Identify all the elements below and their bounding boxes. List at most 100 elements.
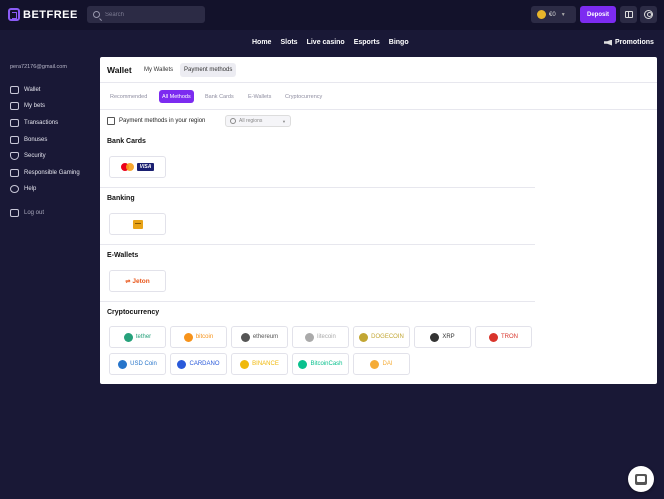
sidebar-item-label: Bonuses xyxy=(24,137,48,143)
crypto-icon xyxy=(359,332,369,342)
sidebar-item-responsible-gaming[interactable]: Responsible Gaming xyxy=(10,169,80,177)
sidebar-item-label: My bets xyxy=(24,103,46,109)
transactions-icon xyxy=(10,119,19,127)
gift-button[interactable] xyxy=(620,6,637,23)
region-select[interactable]: All regions ▼ xyxy=(225,115,291,127)
mastercard-icon xyxy=(120,163,134,171)
tab-payment-methods[interactable]: Payment methods xyxy=(180,63,237,77)
sidebar-item-bonuses[interactable]: Bonuses xyxy=(10,136,47,144)
nav-bingo[interactable]: Bingo xyxy=(389,39,409,46)
sidebar-item-security[interactable]: Security xyxy=(10,152,46,160)
nav-slots[interactable]: Slots xyxy=(280,39,297,46)
logout-icon xyxy=(10,209,19,217)
payment-method-crypto[interactable]: BitcoinCash xyxy=(292,353,349,375)
crypto-label: CARDANO xyxy=(189,361,220,367)
crypto-label: DOGECOIN xyxy=(371,334,404,340)
payment-method-bank-transfer[interactable] xyxy=(109,213,166,235)
chat-button[interactable] xyxy=(628,466,654,492)
payment-method-jeton[interactable]: ⇌ Jeton xyxy=(109,270,166,292)
deposit-button[interactable]: Deposit xyxy=(580,6,616,23)
payment-method-crypto[interactable]: DAI xyxy=(353,353,410,375)
sidebar-item-transactions[interactable]: Transactions xyxy=(10,119,58,127)
payment-method-crypto[interactable]: TRON xyxy=(475,326,532,348)
filter-bank-cards[interactable]: Bank Cards xyxy=(202,90,237,103)
jeton-label: Jeton xyxy=(132,277,150,285)
bets-icon xyxy=(10,102,19,110)
crypto-icon xyxy=(370,359,380,369)
crypto-label: TRON xyxy=(501,334,518,340)
filter-recommended[interactable]: Recommended xyxy=(107,90,150,103)
section-divider xyxy=(100,244,535,245)
profile-button[interactable] xyxy=(640,6,657,23)
megaphone-icon xyxy=(604,39,612,46)
crypto-icon xyxy=(118,359,128,369)
logo[interactable]: BETFREE xyxy=(8,8,78,21)
payment-method-card-visa-mastercard[interactable]: VISA xyxy=(109,156,166,178)
chevron-down-icon: ▼ xyxy=(282,119,286,124)
logout-label: Log out xyxy=(24,210,45,216)
crypto-label: ethereum xyxy=(252,334,279,340)
nav-live-casino[interactable]: Live casino xyxy=(307,39,345,46)
sidebar-item-my-bets[interactable]: My bets xyxy=(10,102,45,110)
sidebar-item-help[interactable]: Help xyxy=(10,185,36,193)
jeton-icon: ⇌ xyxy=(125,278,131,285)
crypto-label: bitcoin xyxy=(195,334,214,340)
payment-method-crypto[interactable]: tether xyxy=(109,326,166,348)
user-icon xyxy=(644,10,653,19)
payment-method-crypto[interactable]: XRP xyxy=(414,326,471,348)
logout-link[interactable]: Log out xyxy=(10,209,44,217)
filter-e-wallets[interactable]: E-Wallets xyxy=(245,90,274,103)
crypto-label: BINANCE xyxy=(252,361,279,367)
gift-icon xyxy=(624,11,633,18)
filter-cryptocurrency[interactable]: Cryptocurrency xyxy=(282,90,325,103)
balance-dropdown[interactable]: €0 ▼ xyxy=(531,6,576,23)
globe-icon xyxy=(230,118,236,124)
crypto-icon xyxy=(183,332,193,342)
crypto-label: tether xyxy=(135,334,152,340)
nav-home[interactable]: Home xyxy=(252,39,271,46)
crypto-label: USD Coin xyxy=(130,361,157,367)
section-divider xyxy=(100,187,535,188)
payment-method-crypto[interactable]: ethereum xyxy=(231,326,288,348)
user-email: pera72176@gmail.com xyxy=(10,64,67,70)
payment-method-crypto[interactable]: DOGECOIN xyxy=(353,326,410,348)
bonuses-icon xyxy=(10,136,19,144)
region-filter-row: Payment methods in your region All regio… xyxy=(107,115,291,127)
panel-header: Wallet My Wallets Payment methods xyxy=(100,57,657,83)
sidebar-item-label: Responsible Gaming xyxy=(24,170,80,176)
crypto-icon xyxy=(489,332,498,342)
help-icon xyxy=(10,185,19,193)
visa-icon: VISA xyxy=(136,163,155,171)
page-title: Wallet xyxy=(107,65,132,75)
chevron-down-icon: ▼ xyxy=(560,11,566,18)
section-title-banking: Banking xyxy=(107,195,135,202)
filter-all-methods[interactable]: All Methods xyxy=(159,90,194,103)
promotions-label: Promotions xyxy=(615,39,654,46)
wallet-icon xyxy=(10,86,19,94)
tab-my-wallets[interactable]: My Wallets xyxy=(140,63,177,77)
nav-promotions[interactable]: Promotions xyxy=(604,39,654,46)
crypto-icon xyxy=(240,359,250,369)
logo-icon xyxy=(8,8,20,21)
payment-method-crypto[interactable]: CARDANO xyxy=(170,353,227,375)
crypto-label: BitcoinCash xyxy=(310,361,343,367)
nav-esports[interactable]: Esports xyxy=(354,39,380,46)
sidebar-item-label: Security xyxy=(24,153,46,159)
payment-method-crypto[interactable]: bitcoin xyxy=(170,326,227,348)
sidebar-item-wallet[interactable]: Wallet xyxy=(10,86,40,94)
logo-text: BETFREE xyxy=(23,8,78,21)
crypto-icon xyxy=(123,332,133,342)
crypto-icon xyxy=(430,332,440,342)
search-input[interactable] xyxy=(105,11,205,18)
payment-method-crypto[interactable]: litecoin xyxy=(292,326,349,348)
payment-method-crypto[interactable]: USD Coin xyxy=(109,353,166,375)
region-checkbox[interactable] xyxy=(107,117,115,125)
toggle-icon xyxy=(10,169,19,177)
sidebar-item-label: Help xyxy=(24,186,37,192)
payment-method-crypto[interactable]: BINANCE xyxy=(231,353,288,375)
balance-amount: €0 xyxy=(549,11,556,18)
search-icon xyxy=(93,11,100,18)
search-bar[interactable] xyxy=(87,6,205,23)
bank-icon xyxy=(132,219,143,229)
coin-icon xyxy=(537,10,546,19)
